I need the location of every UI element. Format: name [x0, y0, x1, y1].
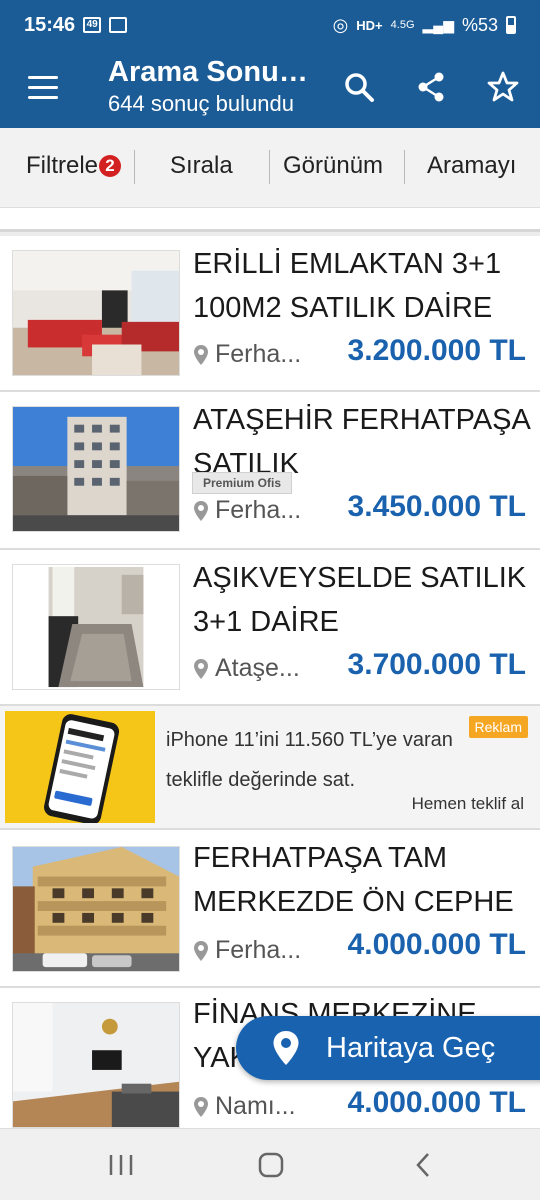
gallery-icon [109, 17, 128, 33]
filter-toolbar: Filtrele 2 Sırala Görünüm Aramayı [0, 128, 540, 208]
app-bar: Arama Sonuçları 644 sonuç bulundu [0, 50, 540, 128]
ad-banner[interactable]: iPhone 11’ini 11.560 TL’ye varan teklifl… [0, 706, 540, 830]
search-icon[interactable] [342, 70, 376, 104]
listing-card[interactable]: AŞIKVEYSELDE SATILIK 3+1 DAİRE Ataşe... … [0, 550, 540, 706]
hotspot-icon: ◎ [332, 14, 349, 35]
filter-count-badge: 2 [99, 155, 122, 177]
listing-photo [12, 406, 180, 532]
ad-label-badge: Reklam [468, 716, 528, 738]
ad-cta-link[interactable]: Hemen teklif al [412, 794, 524, 814]
ad-text: iPhone 11’ini 11.560 TL’ye varan teklifl… [166, 729, 453, 791]
save-search-button[interactable]: Aramayı [427, 152, 516, 180]
home-icon[interactable] [256, 1151, 286, 1179]
location-pin-icon [194, 344, 208, 365]
battery-icon [506, 16, 516, 34]
listing-price: 3.700.000 TL [347, 648, 526, 681]
listing-card[interactable]: FERHATPAŞA TAM MERKEZDE ÖN CEPHE Ferha..… [0, 830, 540, 988]
ad-image [5, 711, 155, 823]
menu-icon[interactable] [28, 76, 58, 100]
sort-button[interactable]: Sırala [170, 152, 233, 180]
location-pin-icon [194, 1096, 208, 1117]
listing-price: 4.000.000 TL [347, 1086, 526, 1119]
listing-location: Ataşe... [193, 654, 300, 683]
back-icon[interactable] [408, 1151, 438, 1179]
listing-location: Ferha... [193, 496, 301, 525]
listing-price: 4.000.000 TL [347, 928, 526, 961]
listing-title: AŞIKVEYSELDE SATILIK 3+1 DAİRE [193, 562, 527, 638]
view-button[interactable]: Görünüm [283, 152, 383, 180]
listing-title: ERİLLİ EMLAKTAN 3+1 100M2 SATILIK DAİRE [193, 248, 502, 324]
notification-icon: 49 [83, 17, 102, 33]
status-bar: 15:46 49 ◎ HD+ 4.5G ▂▄▆ %53 [0, 0, 540, 50]
listing-card[interactable]: ATAŞEHİR FERHATPAŞA SATILIK Premium Ofis… [0, 392, 540, 550]
result-count: 644 sonuç bulundu [108, 91, 294, 116]
share-icon[interactable] [414, 70, 448, 104]
favorite-star-icon[interactable] [486, 70, 520, 104]
divider [404, 150, 405, 184]
listing-price: 3.200.000 TL [347, 334, 526, 367]
signal-icon: ▂▄▆ [422, 16, 454, 33]
location-pin-icon [194, 940, 208, 961]
volte-icon: HD+ [356, 17, 383, 33]
filter-label: Filtrele [26, 152, 99, 179]
system-nav-bar [0, 1128, 540, 1200]
location-pin-icon [194, 500, 208, 521]
premium-office-badge: Premium Ofis [192, 472, 293, 494]
listing-location: Ferha... [193, 340, 301, 369]
listing-location: Ferha... [193, 936, 301, 965]
listing-title: ATAŞEHİR FERHATPAŞA SATILIK [193, 404, 530, 474]
switch-to-map-button[interactable]: Haritaya Geç [236, 1016, 540, 1080]
list-top-spacer [0, 208, 540, 232]
battery-level: %53 [461, 14, 498, 35]
listing-price: 3.450.000 TL [347, 490, 526, 523]
filter-button[interactable]: Filtrele 2 [26, 152, 122, 180]
listing-photo [12, 846, 180, 972]
listing-photo [12, 1002, 180, 1128]
status-time: 15:46 [24, 13, 76, 36]
switch-to-map-label: Haritaya Geç [326, 1031, 496, 1064]
listing-location: Namı... [193, 1092, 296, 1121]
listing-title: FERHATPAŞA TAM MERKEZDE ÖN CEPHE [193, 842, 514, 918]
location-pin-icon [194, 658, 208, 679]
listing-card[interactable]: ERİLLİ EMLAKTAN 3+1 100M2 SATILIK DAİRE … [0, 236, 540, 392]
listing-photo [12, 250, 180, 376]
page-title: Arama Sonuçları [108, 56, 323, 88]
recent-apps-icon[interactable] [106, 1151, 136, 1179]
network-type: 4.5G [390, 19, 415, 31]
listing-photo [12, 564, 180, 690]
divider [269, 150, 270, 184]
map-pin-icon [273, 1031, 299, 1065]
divider [134, 150, 135, 184]
